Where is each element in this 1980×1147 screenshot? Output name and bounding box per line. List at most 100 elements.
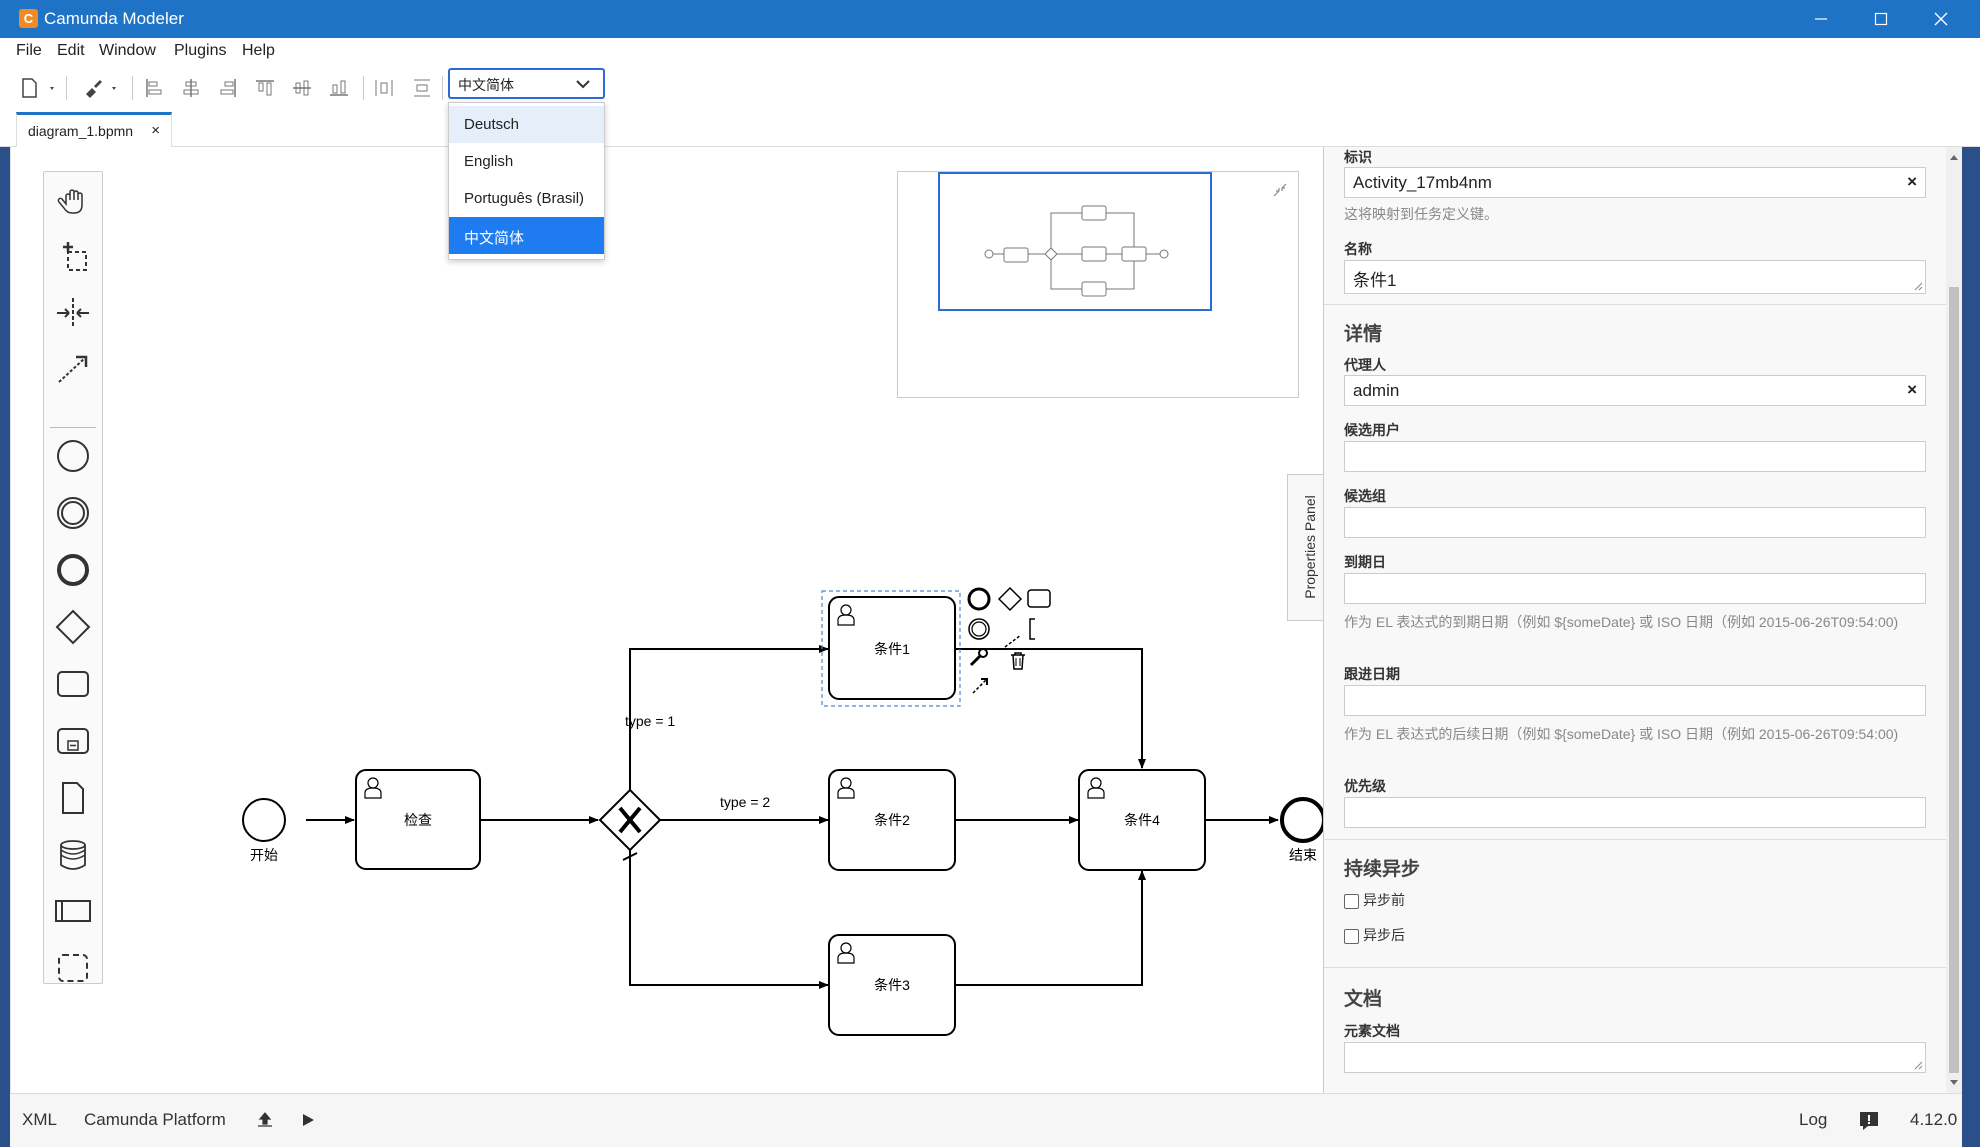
due-date-hint: 作为 EL 表达式的到期日期（例如 ${someDate} 或 ISO 日期（例…: [1344, 614, 1899, 630]
align-top-button[interactable]: [251, 74, 279, 102]
id-hint: 这将映射到任务定义键。: [1344, 206, 1498, 222]
menu-edit[interactable]: Edit: [57, 42, 85, 60]
follow-up-date-label: 跟进日期: [1344, 666, 1400, 682]
global-connect-tool-button[interactable]: [54, 349, 92, 387]
exclusive-gateway: [598, 788, 662, 852]
align-bottom-button[interactable]: [325, 74, 353, 102]
align-center-button[interactable]: [177, 74, 205, 102]
async-section-header[interactable]: 持续异步: [1344, 854, 1420, 881]
menu-file[interactable]: File: [16, 42, 42, 60]
gateway-icon: [55, 609, 91, 645]
name-input[interactable]: 条件1: [1344, 260, 1926, 294]
task-2-label: 条件2: [874, 812, 910, 828]
candidate-users-input[interactable]: [1344, 441, 1926, 472]
text-annotation-icon: [1029, 618, 1035, 640]
language-select[interactable]: 中文简体: [448, 68, 605, 99]
create-subprocess-button[interactable]: [54, 722, 92, 760]
properties-panel-toggle-label: Properties Panel: [1302, 495, 1318, 599]
documentation-section-header[interactable]: 文档: [1344, 984, 1382, 1011]
create-gateway-button[interactable]: [54, 608, 92, 646]
maximize-button[interactable]: [1852, 0, 1910, 38]
follow-up-date-input[interactable]: [1344, 685, 1926, 716]
clear-id-icon[interactable]: ×: [1907, 172, 1917, 192]
align-bottom-icon: [330, 80, 348, 96]
async-after-box[interactable]: [1344, 928, 1359, 944]
task-3-label: 条件3: [874, 977, 910, 993]
properties-panel: 标识 Activity_17mb4nm × 这将映射到任务定义键。 名称 条件1…: [1323, 147, 1946, 1093]
properties-panel-toggle[interactable]: Properties Panel: [1287, 474, 1324, 621]
end-event-icon: [57, 554, 89, 586]
space-tool-button[interactable]: [54, 294, 92, 332]
details-section-header[interactable]: 详情: [1344, 319, 1382, 346]
data-store-icon: [60, 840, 86, 870]
end-event-label: 结束: [1289, 847, 1317, 863]
tab-diagram[interactable]: diagram_1.bpmn ×: [16, 112, 172, 147]
log-button[interactable]: Log: [1799, 1110, 1827, 1130]
create-task-button[interactable]: [54, 665, 92, 703]
create-group-button[interactable]: [54, 949, 92, 987]
align-left-button[interactable]: [140, 74, 168, 102]
window-title: Camunda Modeler: [44, 9, 184, 28]
connect-tool-icon: [58, 355, 88, 383]
create-data-store-button[interactable]: [54, 836, 92, 874]
language-option-chinese[interactable]: 中文简体: [449, 217, 604, 254]
task-check: 检查: [355, 769, 481, 870]
scrollbar-thumb[interactable]: [1949, 287, 1959, 1073]
clear-assignee-icon[interactable]: ×: [1907, 380, 1917, 400]
platform-label[interactable]: Camunda Platform: [84, 1110, 226, 1130]
language-option-deutsch[interactable]: Deutsch: [449, 106, 604, 143]
color-picker-button[interactable]: [80, 74, 120, 102]
end-event: [1280, 797, 1324, 843]
element-documentation-label: 元素文档: [1344, 1023, 1400, 1039]
priority-input[interactable]: [1344, 797, 1926, 828]
align-right-button[interactable]: [214, 74, 242, 102]
minimap-diagram: [984, 205, 1169, 297]
feedback-icon[interactable]: [1858, 1110, 1880, 1132]
minimap-collapse-icon[interactable]: [1272, 182, 1288, 198]
new-file-button[interactable]: [18, 74, 58, 102]
async-before-checkbox[interactable]: 异步前: [1344, 890, 1405, 910]
diagram-canvas[interactable]: 开始 检查 type = 1 type = 2 条件1 条件2 条件3 条件4 …: [10, 147, 1324, 1093]
intermediate-event-icon: [57, 497, 89, 529]
lasso-tool-button[interactable]: [54, 238, 92, 276]
xml-tab-button[interactable]: XML: [22, 1110, 57, 1130]
element-documentation-input[interactable]: [1344, 1042, 1926, 1073]
tab-close-icon[interactable]: ×: [151, 122, 160, 139]
minimize-button[interactable]: [1792, 0, 1850, 38]
id-value: Activity_17mb4nm: [1353, 173, 1492, 192]
distribute-horizontal-button[interactable]: [370, 74, 398, 102]
distribute-vertical-button[interactable]: [408, 74, 436, 102]
minimap[interactable]: [897, 171, 1299, 398]
menu-plugins[interactable]: Plugins: [174, 42, 226, 60]
deploy-icon[interactable]: [256, 1111, 274, 1129]
align-right-icon: [220, 79, 236, 97]
async-before-label: 异步前: [1363, 892, 1405, 908]
resize-grip-icon: [1914, 282, 1923, 291]
append-end-event-icon: [967, 587, 991, 611]
async-before-box[interactable]: [1344, 893, 1359, 909]
align-left-icon: [146, 79, 162, 97]
assignee-input[interactable]: admin ×: [1344, 375, 1926, 406]
start-instance-icon[interactable]: [300, 1112, 316, 1128]
priority-label: 优先级: [1344, 778, 1386, 794]
hand-tool-icon: [57, 189, 83, 214]
menu-help[interactable]: Help: [242, 42, 275, 60]
id-input[interactable]: Activity_17mb4nm ×: [1344, 167, 1926, 198]
create-end-event-button[interactable]: [54, 551, 92, 589]
async-after-checkbox[interactable]: 异步后: [1344, 925, 1405, 945]
properties-scrollbar[interactable]: [1946, 147, 1962, 1093]
create-start-event-button[interactable]: [54, 437, 92, 475]
menu-window[interactable]: Window: [99, 42, 156, 60]
close-window-button[interactable]: [1912, 0, 1970, 38]
hand-tool-button[interactable]: [54, 182, 92, 220]
data-object-icon: [62, 782, 84, 814]
due-date-input[interactable]: [1344, 573, 1926, 604]
candidate-groups-input[interactable]: [1344, 507, 1926, 538]
language-option-english[interactable]: English: [449, 143, 604, 180]
create-data-object-button[interactable]: [54, 779, 92, 817]
chevron-down-icon: [576, 80, 590, 89]
create-participant-button[interactable]: [54, 892, 92, 930]
language-option-portuguese[interactable]: Português (Brasil): [449, 180, 604, 217]
create-intermediate-event-button[interactable]: [54, 494, 92, 532]
align-middle-button[interactable]: [288, 74, 316, 102]
